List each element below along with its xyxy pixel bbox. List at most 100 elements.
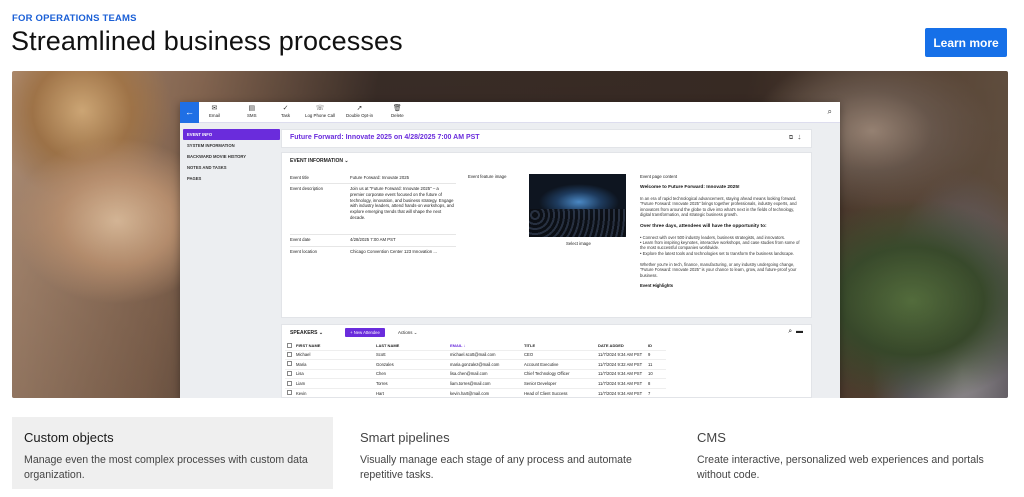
table-cell: Head of Client Success bbox=[522, 387, 596, 397]
table-cell: Scott bbox=[374, 349, 448, 360]
table-cell: 8 bbox=[646, 378, 666, 389]
field-label: Event title bbox=[290, 175, 309, 180]
arrow-left-icon[interactable]: ← bbox=[180, 102, 199, 123]
table-cell: Kevin bbox=[294, 387, 374, 397]
table-cell: michael.scott@mail.com bbox=[448, 349, 522, 360]
feature-description: Visually manage each stage of any proces… bbox=[360, 454, 632, 481]
side-nav-event-info[interactable]: EVENT INFO bbox=[183, 129, 280, 140]
table-row[interactable]: Maria Gonzales maria.gonzalez@mail.com Acco… bbox=[285, 359, 666, 370]
feature-tab-cms[interactable]: CMS Create interactive, personalized web… bbox=[685, 417, 1010, 489]
learn-more-button[interactable]: Learn more bbox=[925, 28, 1007, 57]
table-cell: Chief Technology Officer bbox=[522, 368, 596, 379]
side-nav-movie-history[interactable]: BACKWARD MOVIE HISTORY bbox=[183, 151, 280, 162]
toolbar-log-phone-call[interactable]: ☏ Log Phone Call bbox=[305, 105, 335, 118]
table-cell: Chen bbox=[374, 368, 448, 379]
toolbar-email[interactable]: ✉ Email bbox=[209, 105, 220, 118]
row-checkbox[interactable] bbox=[287, 380, 292, 386]
pc-bullet: Explore the latest tools and technologie… bbox=[642, 250, 795, 256]
table-cell: liam.torres@mail.com bbox=[448, 378, 522, 389]
row-checkbox[interactable] bbox=[287, 351, 292, 357]
feature-title: Smart pipelines bbox=[360, 430, 450, 445]
field-label: Event description bbox=[290, 186, 323, 191]
feature-description: Manage even the most complex processes w… bbox=[24, 454, 308, 481]
copy-icon[interactable]: ⧉ bbox=[789, 135, 793, 141]
column-header[interactable]: LAST NAME bbox=[374, 342, 448, 350]
table-cell: 11/7/2024 9:34 AM PST bbox=[596, 387, 646, 397]
toolbar-double-opt-in[interactable]: ➚ Double Opt-in bbox=[346, 105, 373, 118]
eyebrow-label: FOR OPERATIONS TEAMS bbox=[12, 13, 137, 24]
event-information-card: EVENT INFORMATION ⌄ Event title Future F… bbox=[281, 152, 812, 318]
task-icon: ✓ bbox=[282, 105, 289, 112]
column-header[interactable]: DATE ADDED bbox=[596, 342, 646, 350]
table-row[interactable]: Michael Scott michael.scott@mail.com CEO 11/… bbox=[285, 349, 666, 360]
trash-icon: 🗑 bbox=[392, 105, 402, 112]
table-view-icon[interactable]: ▬ bbox=[796, 328, 803, 335]
row-checkbox[interactable] bbox=[287, 370, 292, 376]
table-cell: 11/7/2024 9:34 AM PST bbox=[596, 368, 646, 379]
speakers-table: FIRST NAME LAST NAME EMAIL ↓ TITLE DATE … bbox=[285, 342, 666, 397]
table-cell: Torres bbox=[374, 378, 448, 389]
pc-closing: Whether you're in tech, finance, manufac… bbox=[640, 261, 797, 278]
toolbar-delete[interactable]: 🗑 Delete bbox=[391, 105, 404, 118]
row-checkbox[interactable] bbox=[287, 390, 292, 396]
column-header[interactable]: ID bbox=[646, 342, 666, 350]
toolbar-task[interactable]: ✓ Task bbox=[281, 105, 290, 118]
column-header[interactable]: TITLE bbox=[522, 342, 596, 350]
pc-bullet: Connect with over 500 industry leaders, … bbox=[642, 234, 786, 240]
table-row[interactable]: Lisa Chen lisa.chen@mail.com Chief Technolo… bbox=[285, 368, 666, 379]
table-cell: Account Executive bbox=[522, 359, 596, 370]
select-image-link[interactable]: Select image bbox=[566, 241, 591, 246]
row-checkbox[interactable] bbox=[287, 361, 292, 367]
sms-icon: ▤ bbox=[248, 105, 256, 112]
chevron-down-icon[interactable]: ⌄ bbox=[319, 330, 323, 336]
side-nav-pages[interactable]: PAGES bbox=[183, 173, 280, 184]
pc-intro: In an era of rapid technological advance… bbox=[640, 195, 797, 218]
select-all-checkbox[interactable] bbox=[287, 342, 292, 348]
search-icon[interactable]: ⌕ bbox=[828, 107, 832, 117]
table-cell: CEO bbox=[522, 349, 596, 360]
event-description-value[interactable]: Join us at "Future Forward: Innovate 202… bbox=[350, 186, 454, 221]
feature-title: CMS bbox=[697, 430, 726, 445]
page-title: Streamlined business processes bbox=[11, 26, 403, 56]
pc-highlights: Event Highlights bbox=[640, 283, 674, 289]
side-nav-notes-and-tasks[interactable]: NOTES AND TASKS bbox=[183, 162, 280, 173]
hero-image: ← ✉ Email ▤ SMS ✓ Task ☏ Log Phone Call ➚ Dou… bbox=[12, 71, 1008, 398]
table-cell: Michael bbox=[294, 349, 374, 360]
table-row[interactable]: Kevin Hart kevin.hart@mail.com Head of Clie… bbox=[285, 387, 666, 397]
email-icon: ✉ bbox=[211, 105, 218, 112]
actions-dropdown[interactable]: Actions ⌄ bbox=[398, 330, 417, 336]
event-date-value[interactable]: 4/28/2025 7:00 AM PST bbox=[350, 237, 396, 243]
phone-icon: ☏ bbox=[315, 105, 325, 112]
feature-tab-smart-pipelines[interactable]: Smart pipelines Visually manage each sta… bbox=[348, 417, 664, 489]
toolbar-sms[interactable]: ▤ SMS bbox=[247, 105, 257, 118]
table-cell: 11/7/2024 9:34 AM PST bbox=[596, 378, 646, 389]
feature-tab-custom-objects[interactable]: Custom objects Manage even the most comp… bbox=[12, 417, 333, 489]
column-header[interactable]: FIRST NAME bbox=[294, 342, 374, 350]
table-cell: 9 bbox=[646, 349, 666, 360]
table-header-row: FIRST NAME LAST NAME EMAIL ↓ TITLE DATE … bbox=[285, 342, 666, 350]
pc-bullet: Learn from inspiring keynotes, interacti… bbox=[640, 240, 800, 251]
event-feature-image[interactable] bbox=[529, 174, 626, 237]
event-location-value[interactable]: Chicago Convention Center 123 Innovation… bbox=[350, 249, 460, 255]
search-icon[interactable]: ⌕ bbox=[788, 328, 792, 335]
field-label: Event page content bbox=[640, 174, 678, 179]
table-cell: 10 bbox=[646, 368, 666, 379]
feature-title: Custom objects bbox=[24, 430, 114, 445]
table-cell: 11/7/2024 9:32 AM PST bbox=[596, 359, 646, 370]
new-attendee-button[interactable]: + New Attendee bbox=[345, 328, 385, 337]
speakers-title: SPEAKERS ⌄ bbox=[290, 330, 324, 336]
pin-icon[interactable]: ⇣ bbox=[798, 135, 801, 141]
feature-description: Create interactive, personalized web exp… bbox=[697, 454, 984, 481]
pc-heading: Welcome to Future Forward: Innovate 2025… bbox=[640, 185, 740, 190]
table-row[interactable]: Liam Torres liam.torres@mail.com Senior Dev… bbox=[285, 378, 666, 389]
side-nav-system-information[interactable]: SYSTEM INFORMATION bbox=[183, 140, 280, 151]
column-header[interactable]: EMAIL ↓ bbox=[448, 342, 522, 350]
page-content-editor[interactable]: Welcome to Future Forward: Innovate 2025… bbox=[640, 184, 805, 289]
table-cell: Senior Developer bbox=[522, 378, 596, 389]
pc-subheading: Over three days, attendees will have the… bbox=[640, 223, 767, 229]
field-label: Event date bbox=[290, 237, 311, 242]
field-label: Event location bbox=[290, 249, 317, 254]
event-title-value[interactable]: Future Forward: Innovate 2025 bbox=[350, 175, 409, 181]
table-cell: lisa.chen@mail.com bbox=[448, 368, 522, 379]
chevron-down-icon[interactable]: ⌄ bbox=[344, 158, 348, 164]
